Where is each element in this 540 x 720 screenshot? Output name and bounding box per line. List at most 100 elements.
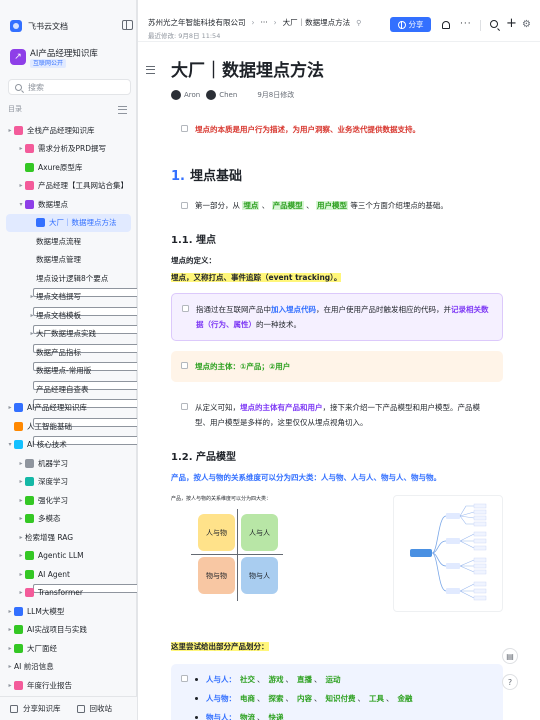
plus-icon[interactable]: + <box>506 16 517 31</box>
sidebar-item[interactable]: ▸ AI产品经理知识库 <box>0 399 137 418</box>
breadcrumb-org[interactable]: 苏州光之年智能科技有限公司 <box>148 17 246 28</box>
docs-logo-icon[interactable] <box>10 20 22 32</box>
chevron-right-icon[interactable]: ▸ <box>6 608 14 615</box>
chevron-right-icon[interactable]: ▸ <box>17 534 25 541</box>
intro-callout[interactable]: 埋点的本质是用户行为描述，为用户洞察、业务迭代提供数据支持。 <box>171 114 503 145</box>
chevron-right-icon[interactable]: ▸ <box>17 552 25 559</box>
list-item: 人与人： 社交、游戏、直播、运动 <box>193 670 493 689</box>
chevron-right-icon[interactable]: ▸ <box>17 460 25 467</box>
sidebar-item[interactable]: ▸ 埋点文档模板 <box>0 306 365 371</box>
sidebar-item[interactable]: ▸ AI Agent <box>0 565 137 584</box>
checkbox-icon[interactable] <box>182 305 189 312</box>
sidebar-item[interactable]: ▸ 大厂面经 <box>0 639 137 658</box>
checkbox-icon[interactable] <box>181 125 188 132</box>
help-icon[interactable]: ? <box>502 674 518 690</box>
chevron-right-icon[interactable]: ▸ <box>28 330 36 337</box>
chevron-right-icon[interactable]: ▸ <box>17 497 25 504</box>
sidebar-item[interactable]: 数据埋点-常用版 <box>0 362 365 427</box>
sidebar-item[interactable]: 数据埋点流程 <box>0 232 365 297</box>
pin-icon[interactable]: ⚲ <box>356 19 361 27</box>
sidebar-item[interactable]: 产品经理自查表 <box>0 380 365 445</box>
sidebar-item[interactable]: ▸ LLM大模型 <box>0 602 137 621</box>
author-name[interactable]: Chen <box>219 91 237 99</box>
chevron-right-icon[interactable]: ▸ <box>6 127 14 134</box>
sidebar-item[interactable]: ▸ AI实战项目与实践 <box>0 621 137 640</box>
chevron-right-icon[interactable]: ▸ <box>6 663 14 670</box>
chevron-right-icon[interactable]: ▸ <box>17 145 25 152</box>
gear-icon[interactable]: ⚙ <box>522 19 531 30</box>
bell-icon[interactable] <box>442 21 450 29</box>
sidebar-item[interactable]: 大厂｜数据埋点方法 <box>6 213 131 232</box>
trash-button[interactable]: 回收站 <box>76 703 112 714</box>
search-icon[interactable] <box>490 20 498 28</box>
sidebar-item[interactable]: 数据产品指标 <box>0 343 365 408</box>
checkbox-icon[interactable] <box>181 675 188 682</box>
sidebar-item[interactable]: ▸ AI 前沿信息 <box>0 658 365 720</box>
list-item-value: 快递 <box>268 713 284 720</box>
chevron-right-icon[interactable]: ▸ <box>17 589 25 596</box>
list-item-value: 社交 <box>240 675 255 684</box>
chevron-right-icon[interactable]: ▸ <box>17 515 25 522</box>
more-options-icon[interactable]: ··· <box>460 19 472 29</box>
chevron-right-icon[interactable]: ▸ <box>6 626 14 633</box>
paragraph-block[interactable]: 从定义可知，埋点的主体有产品和用户，接下来介绍一下产品模型和用户模型。产品模型、… <box>171 392 503 438</box>
sidebar-item[interactable]: ▸ 全栈产品经理知识库 <box>0 121 137 140</box>
avatar[interactable] <box>206 90 217 100</box>
quadrant-image[interactable]: 产品，按人与物的关系维度可以分为四大类： 人与物 人与人 物与物 物与人 <box>171 495 283 612</box>
sidebar-item-label: 数据产品指标 <box>36 347 81 357</box>
checkbox-icon[interactable] <box>181 202 188 209</box>
sidebar-item[interactable]: ▸ 多模态 <box>0 510 137 529</box>
chevron-down-icon[interactable]: ▾ <box>6 441 14 448</box>
page-icon <box>25 199 34 209</box>
chevron-right-icon[interactable]: ▸ <box>6 645 14 652</box>
chevron-right-icon[interactable]: ▸ <box>17 182 25 189</box>
sidebar-item[interactable]: ▸ Transformer <box>0 584 137 603</box>
sidebar-item[interactable]: ▸ 埋点文档撰写 <box>0 288 365 353</box>
sidebar-item[interactable]: ▸ 年度行业报告 <box>0 676 137 695</box>
brand-name[interactable]: 飞书云文档 <box>28 21 68 32</box>
share-knowledge-base-button[interactable]: 分享知识库 <box>10 703 61 714</box>
author-name[interactable]: Aron <box>184 91 200 99</box>
sidebar-item[interactable]: ▸ 大厂数据埋点实践 <box>0 325 365 390</box>
mindmap-image[interactable] <box>393 495 503 612</box>
sidebar-search-input[interactable]: 搜索 <box>8 79 131 95</box>
sidebar-item[interactable]: ▸ Agentic LLM <box>0 547 137 566</box>
subject-callout[interactable]: 埋点的主体：①产品；②用户 <box>171 351 503 382</box>
chevron-down-icon[interactable]: ▾ <box>17 201 25 208</box>
chevron-right-icon[interactable]: ▸ <box>6 682 14 689</box>
chevron-right-icon[interactable]: ▸ <box>28 312 36 319</box>
chevron-right-icon[interactable]: ▸ <box>17 478 25 485</box>
sidebar-item[interactable]: ▸ 机器学习 <box>0 454 137 473</box>
avatar[interactable] <box>171 90 181 100</box>
sidebar-item[interactable]: ▸ 检索增强 RAG <box>0 528 365 593</box>
document-title[interactable]: 大厂｜数据埋点方法 <box>171 56 503 81</box>
collapse-sidebar-icon[interactable] <box>122 20 133 30</box>
breadcrumb-current[interactable]: 大厂｜数据埋点方法 <box>283 17 351 28</box>
sidebar-item[interactable]: ▸ 强化学习 <box>0 491 137 510</box>
sidebar-item[interactable]: 数据埋点管理 <box>0 251 365 316</box>
checkbox-icon[interactable] <box>181 362 188 369</box>
breadcrumb-more[interactable]: ··· <box>261 18 268 27</box>
share-button[interactable]: 分享 <box>390 17 431 32</box>
list-item-value: 内容 <box>297 694 312 703</box>
sidebar-item[interactable]: ▸ 深度学习 <box>0 473 137 492</box>
comment-icon[interactable]: ▤ <box>502 648 518 664</box>
paragraph-block[interactable]: 第一部分，从 埋点 、 产品模型 、 用户模型 等三个方面介绍埋点的基础。 <box>171 198 503 213</box>
sidebar-item[interactable]: ▾ AI 核心技术 <box>0 436 137 455</box>
knowledge-base-header[interactable]: ↗ AI产品经理知识库 互联网公开 <box>8 46 133 70</box>
definition-callout[interactable]: 指通过在互联网产品中加入埋点代码，在用户使用产品时触发相应的代码，并记录相关数据… <box>171 293 503 341</box>
sidebar-item[interactable]: Axure原型库 <box>0 158 137 177</box>
checkbox-icon[interactable] <box>181 403 188 410</box>
sidebar-item[interactable]: 埋点设计逻辑8个要点 <box>0 269 365 334</box>
toc-icon[interactable] <box>146 66 155 74</box>
product-list-callout[interactable]: 人与人： 社交、游戏、直播、运动 人与物： 电商、探索、内容、知识付费、工具、金融 物与… <box>171 664 503 720</box>
sidebar-item[interactable]: ▸ 产品经理【工具网站合集】 <box>0 177 137 196</box>
sidebar-item[interactable]: ▸ 需求分析及PRD撰写 <box>0 140 137 159</box>
sidebar-item[interactable]: ▾ 数据埋点 <box>0 195 137 214</box>
list-view-icon[interactable] <box>118 106 127 114</box>
sidebar-item[interactable]: 人工智能基础 <box>0 417 137 436</box>
page-icon <box>14 643 23 653</box>
chevron-right-icon[interactable]: ▸ <box>6 404 14 411</box>
chevron-right-icon[interactable]: ▸ <box>17 571 25 578</box>
chevron-right-icon[interactable]: ▸ <box>28 293 36 300</box>
